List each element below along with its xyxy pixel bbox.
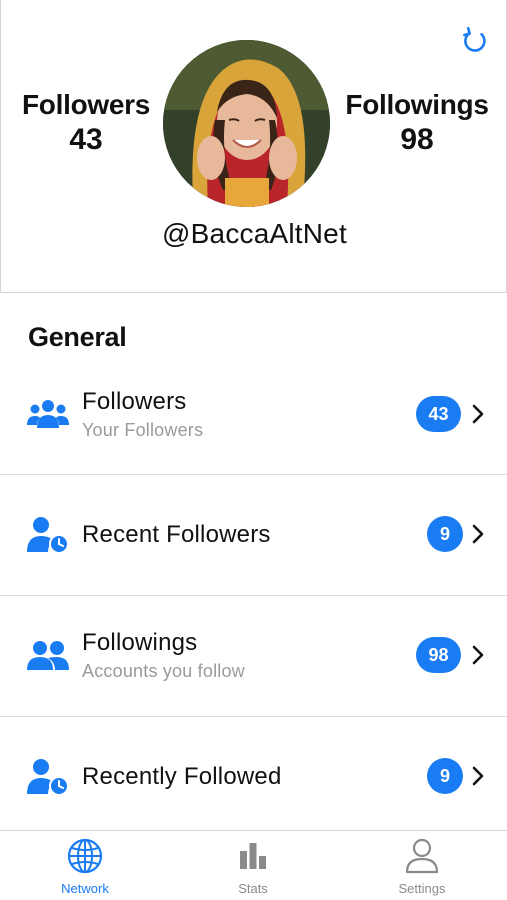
list-item-followers[interactable]: Followers Your Followers 43 xyxy=(0,355,507,475)
person-icon xyxy=(405,838,439,874)
list-item-subtitle: Your Followers xyxy=(82,420,204,440)
avatar[interactable] xyxy=(163,40,330,207)
tab-label: Settings xyxy=(398,881,446,896)
list-item-recently-followed[interactable]: Recently Followed 9 xyxy=(0,717,507,829)
globe-icon xyxy=(67,838,103,874)
avatar-image xyxy=(163,40,330,207)
users-group-icon xyxy=(26,394,70,434)
username-handle: @BaccaAltNet xyxy=(162,218,347,249)
tab-settings[interactable]: Settings xyxy=(362,837,482,896)
chevron-right-icon xyxy=(472,404,484,424)
followings-stat[interactable]: Followings 98 xyxy=(341,89,493,157)
chevron-right-icon xyxy=(472,645,484,665)
count-badge: 9 xyxy=(427,758,463,794)
followings-stat-count: 98 xyxy=(400,123,434,156)
refresh-button[interactable] xyxy=(459,24,491,56)
tab-label: Stats xyxy=(238,881,268,896)
list-item-subtitle: Accounts you follow xyxy=(82,661,245,681)
count-badge: 9 xyxy=(427,516,463,552)
bar-chart-icon xyxy=(240,843,266,869)
count-badge: 43 xyxy=(416,396,461,432)
list-item-recent-followers[interactable]: Recent Followers 9 xyxy=(0,475,507,595)
followings-stat-label: Followings xyxy=(345,89,489,120)
profile-header: Followers 43 Followings 98 @BaccaAltNet xyxy=(0,0,507,293)
users-icon xyxy=(26,636,70,676)
user-clock-icon xyxy=(26,515,70,555)
followers-stat[interactable]: Followers 43 xyxy=(15,89,157,157)
refresh-icon xyxy=(463,26,486,52)
list-item-title: Followers xyxy=(82,388,187,415)
user-clock-icon xyxy=(26,757,70,797)
count-badge: 98 xyxy=(416,637,461,673)
tab-network[interactable]: Network xyxy=(25,837,145,896)
list-item-title: Recent Followers xyxy=(82,521,271,548)
section-title: General xyxy=(28,322,127,352)
list-item-title: Followings xyxy=(82,629,198,656)
list-item-title: Recently Followed xyxy=(82,763,282,790)
tab-label: Network xyxy=(61,881,109,896)
chevron-right-icon xyxy=(472,524,484,544)
list-item-followings[interactable]: Followings Accounts you follow 98 xyxy=(0,596,507,716)
tab-stats[interactable]: Stats xyxy=(193,837,313,896)
tab-bar: Network Stats Settings xyxy=(0,830,507,900)
chevron-right-icon xyxy=(472,766,484,786)
followers-stat-label: Followers xyxy=(22,89,150,120)
followers-stat-count: 43 xyxy=(69,123,103,156)
